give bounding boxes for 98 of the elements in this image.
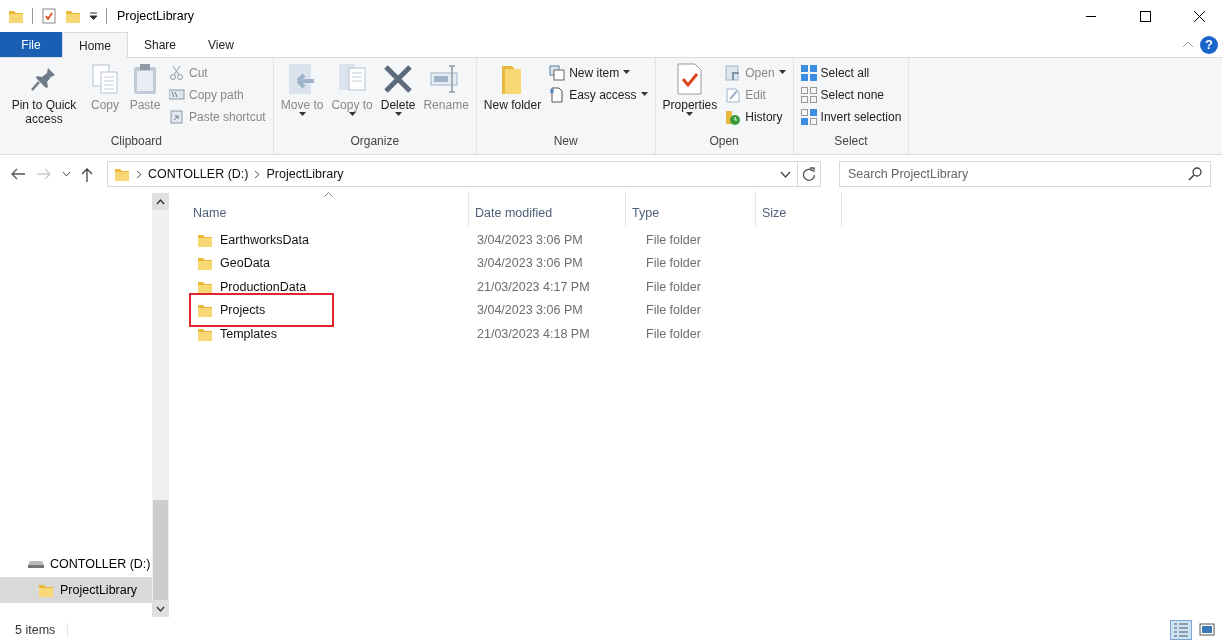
column-header[interactable]: Name [187, 191, 469, 226]
delete-icon [382, 63, 415, 95]
scrollbar[interactable] [152, 193, 169, 617]
dropdown-icon [89, 12, 98, 20]
caret-icon [686, 112, 694, 117]
folder-icon [197, 255, 213, 272]
maximize-icon [1139, 10, 1151, 22]
column-header[interactable]: Size [756, 191, 842, 226]
search-field[interactable]: Search ProjectLibrary [839, 161, 1211, 187]
file-menu-tab[interactable]: File [0, 32, 62, 57]
up-arrow-icon [81, 166, 93, 182]
type-cell-text: File folder [645, 326, 702, 341]
shortcut-icon [169, 108, 185, 125]
ribbon-button[interactable]: New item [546, 62, 651, 83]
ribbon-button[interactable]: Pin to Quick access [4, 61, 84, 134]
date-cell-text: 21/03/2023 4:18 PM [476, 326, 591, 341]
scroll-thumb[interactable] [153, 500, 168, 600]
type-cell-text: File folder [645, 303, 702, 318]
ribbon-button[interactable]: Select all [797, 62, 905, 83]
scroll-down-icon [156, 605, 165, 612]
scroll-up-icon [156, 198, 165, 205]
folder-icon [65, 8, 81, 24]
caret-icon [623, 70, 631, 75]
folder-icon [8, 8, 24, 24]
file-name[interactable]: ProductionData [220, 279, 307, 294]
type-cell-text: File folder [645, 256, 702, 271]
address-field[interactable]: CONTOLLER (D:) ProjectLibrary [107, 161, 821, 187]
date-cell-text: 3/04/2023 3:06 PM [476, 303, 584, 318]
ribbon-button[interactable]: History [722, 106, 789, 127]
date-cell-text: 3/04/2023 3:06 PM [476, 232, 584, 247]
ribbon-button[interactable]: Properties [659, 61, 721, 134]
ribbon-button[interactable]: Delete [377, 61, 419, 134]
history-icon [725, 108, 742, 125]
window-title: ProjectLibrary [117, 9, 196, 23]
group-label: New [552, 134, 579, 150]
caret-icon [394, 112, 402, 117]
group-label: Select [833, 134, 869, 150]
chevron-down-icon [62, 171, 71, 177]
chevron-down-icon [780, 170, 791, 178]
minimize-icon [1086, 15, 1096, 17]
copy-icon [89, 63, 121, 95]
refresh-icon [802, 167, 816, 181]
path-icon [169, 86, 185, 103]
type-cell-text: File folder [645, 232, 702, 247]
chevron-right-icon [254, 169, 261, 179]
column-header[interactable]: Type [626, 191, 756, 226]
caret-icon [298, 112, 306, 117]
ribbon-tab[interactable]: Share [128, 32, 193, 57]
file-name[interactable]: GeoData [220, 256, 271, 271]
ribbon-tab[interactable]: View [192, 32, 250, 57]
select-all-icon [800, 64, 817, 81]
drive-icon [28, 560, 44, 568]
ribbon-button[interactable]: Select none [797, 84, 905, 105]
group-label: Open [708, 134, 740, 150]
collapse-ribbon-icon [1182, 41, 1194, 48]
file-name[interactable]: Projects [220, 303, 266, 318]
new-item-icon [549, 64, 566, 81]
group-label: Clipboard [109, 134, 164, 150]
tree-item[interactable]: ProjectLibrary [0, 577, 152, 603]
properties-icon [41, 8, 57, 24]
recent-locations-button[interactable] [60, 169, 73, 179]
folder-icon [38, 582, 54, 598]
ribbon-button[interactable]: New folder [480, 61, 545, 134]
details-view-icon [1173, 622, 1189, 638]
caret-icon [348, 112, 356, 117]
ribbon-button[interactable]: Easy access [546, 84, 651, 105]
ribbon-tab[interactable]: Home [62, 32, 128, 58]
column-header[interactable]: Date modified [469, 191, 626, 226]
caret-icon [640, 92, 648, 97]
chevron-right-icon [136, 169, 142, 179]
item-count: 5 items [15, 623, 69, 637]
file-name[interactable]: EarthworksData [220, 232, 309, 247]
view-toggle[interactable] [1170, 620, 1192, 640]
forward-arrow-icon [36, 168, 52, 180]
file-name[interactable]: Templates [220, 326, 277, 341]
search-icon [1188, 167, 1202, 181]
sort-ascending-icon [323, 192, 333, 197]
folder-icon [197, 302, 213, 319]
date-cell-text: 3/04/2023 3:06 PM [476, 256, 584, 271]
document-icon [549, 86, 566, 103]
help-button[interactable]: ? [1200, 35, 1218, 54]
back-arrow-icon [10, 168, 26, 180]
select-none-icon [800, 86, 817, 103]
breadcrumb[interactable]: CONTOLLER (D:) [148, 167, 249, 181]
close-icon [1193, 10, 1205, 22]
large-icons-view-icon [1199, 622, 1215, 638]
breadcrumb[interactable]: ProjectLibrary [266, 167, 344, 181]
date-cell-text: 21/03/2023 4:17 PM [476, 279, 591, 294]
scissors-icon [169, 64, 185, 81]
group-label: Organize [349, 134, 401, 150]
tree-item[interactable]: CONTOLLER (D:) [0, 551, 152, 577]
invert-selection-icon [800, 108, 817, 125]
ribbon-button[interactable]: Invert selection [797, 106, 905, 127]
folder-icon [114, 166, 130, 182]
open-icon [725, 64, 742, 81]
type-cell-text: File folder [645, 279, 702, 294]
caret-icon [778, 70, 786, 75]
edit-icon [725, 86, 742, 103]
